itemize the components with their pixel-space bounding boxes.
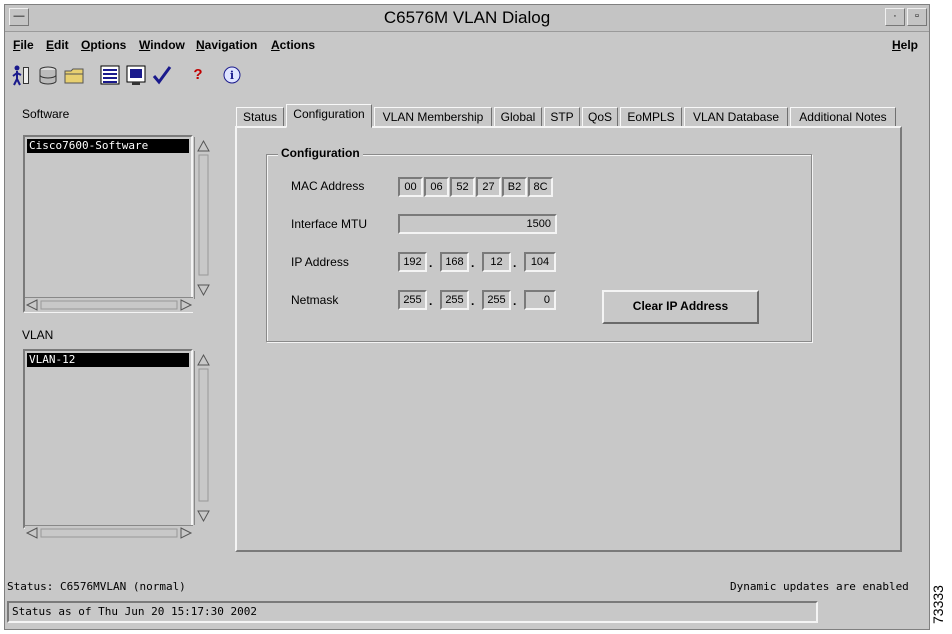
vlan-scroll-arrows xyxy=(197,353,210,523)
vlan-label: VLAN xyxy=(22,328,54,342)
ip-octet-1[interactable]: 192 xyxy=(398,252,427,272)
menu-window[interactable]: Window xyxy=(139,38,185,52)
software-vscrollbar[interactable] xyxy=(194,137,212,299)
software-label: Software xyxy=(22,107,70,121)
netmask-separator-2: . xyxy=(471,294,475,308)
tab-vlan-database[interactable]: VLAN Database xyxy=(684,107,788,128)
netmask-octet-4[interactable]: 0 xyxy=(524,290,556,310)
list-icon[interactable] xyxy=(99,63,121,87)
menu-options[interactable]: Options xyxy=(81,38,126,52)
mac-octet-5: B2 xyxy=(502,177,527,197)
help-glyph: ? xyxy=(193,66,203,83)
menu-edit[interactable]: Edit xyxy=(46,38,69,52)
menu-help[interactable]: Help xyxy=(892,38,918,52)
people-run-icon[interactable] xyxy=(11,63,33,87)
ip-octet-4[interactable]: 104 xyxy=(524,252,556,272)
software-hscroll-arrows xyxy=(25,299,193,311)
mac-octet-3: 52 xyxy=(450,177,475,197)
status-text: Status: C6576MVLAN (normal) xyxy=(7,580,186,593)
netmask-separator-3: . xyxy=(513,294,517,308)
minimize-button[interactable]: · xyxy=(885,8,905,26)
status-timestamp-box: Status as of Thu Jun 20 15:17:30 2002 xyxy=(7,601,818,623)
netmask-separator-1: . xyxy=(429,294,433,308)
configuration-group-title: Configuration xyxy=(278,146,363,160)
netmask-octet-2[interactable]: 255 xyxy=(440,290,469,310)
figure-code: 73333 xyxy=(930,585,946,624)
minimize-icon: · xyxy=(893,10,897,22)
ip-separator-3: . xyxy=(513,256,517,270)
software-scroll-arrows xyxy=(197,139,210,297)
netmask-label: Netmask xyxy=(291,293,339,307)
tab-additional-notes[interactable]: Additional Notes xyxy=(790,107,896,128)
mac-octet-4: 27 xyxy=(476,177,501,197)
netmask-octet-3[interactable]: 255 xyxy=(482,290,511,310)
tab-eompls[interactable]: EoMPLS xyxy=(620,107,682,128)
menu-bar: File Edit Options Window Navigation Acti… xyxy=(5,33,929,57)
menu-actions[interactable]: Actions xyxy=(271,38,315,52)
stack-icon[interactable] xyxy=(37,63,59,87)
title-bar[interactable]: — C6576M VLAN Dialog · ▫ xyxy=(5,5,929,32)
ip-address-label: IP Address xyxy=(291,255,349,269)
tab-status[interactable]: Status xyxy=(236,107,284,128)
vlan-hscroll-arrows xyxy=(25,527,193,539)
tab-vlan-membership[interactable]: VLAN Membership xyxy=(374,107,492,128)
clear-ip-address-button[interactable]: Clear IP Address xyxy=(602,290,759,324)
tab-qos[interactable]: QoS xyxy=(582,107,618,128)
interface-mtu-label: Interface MTU xyxy=(291,217,368,231)
software-list[interactable]: Cisco7600-Software xyxy=(23,135,193,313)
ip-separator-1: . xyxy=(429,256,433,270)
mac-address-label: MAC Address xyxy=(291,179,365,193)
help-icon[interactable]: ? xyxy=(187,63,209,87)
ip-separator-2: . xyxy=(471,256,475,270)
vlan-list[interactable]: VLAN-12 xyxy=(23,349,193,529)
interface-mtu-field: 1500 xyxy=(398,214,557,234)
ip-octet-3[interactable]: 12 xyxy=(482,252,511,272)
menu-navigation[interactable]: Navigation xyxy=(196,38,257,52)
ip-octet-2[interactable]: 168 xyxy=(440,252,469,272)
folder-icon[interactable] xyxy=(63,63,85,87)
restore-button[interactable]: ▫ xyxy=(907,8,927,26)
mac-octet-1: 00 xyxy=(398,177,423,197)
vlan-list-item[interactable]: VLAN-12 xyxy=(27,353,189,367)
mac-octet-2: 06 xyxy=(424,177,449,197)
window-title: C6576M VLAN Dialog xyxy=(383,8,551,27)
mac-octet-6: 8C xyxy=(528,177,553,197)
dynamic-updates-text: Dynamic updates are enabled xyxy=(730,580,909,593)
vlan-hscrollbar[interactable] xyxy=(25,525,193,540)
info-icon[interactable]: i xyxy=(221,63,243,87)
netmask-octet-1[interactable]: 255 xyxy=(398,290,427,310)
checkmark-icon[interactable] xyxy=(151,63,173,87)
menu-file[interactable]: File xyxy=(13,38,34,52)
software-list-item[interactable]: Cisco7600-Software xyxy=(27,139,189,153)
vlan-vscrollbar[interactable] xyxy=(194,351,212,525)
tab-global[interactable]: Global xyxy=(494,107,542,128)
restore-icon: ▫ xyxy=(915,10,919,22)
svg-text:i: i xyxy=(230,69,234,82)
software-hscrollbar[interactable] xyxy=(25,297,193,312)
monitor-icon[interactable] xyxy=(125,63,147,87)
tab-stp[interactable]: STP xyxy=(544,107,580,128)
tab-configuration[interactable]: Configuration xyxy=(286,104,372,128)
